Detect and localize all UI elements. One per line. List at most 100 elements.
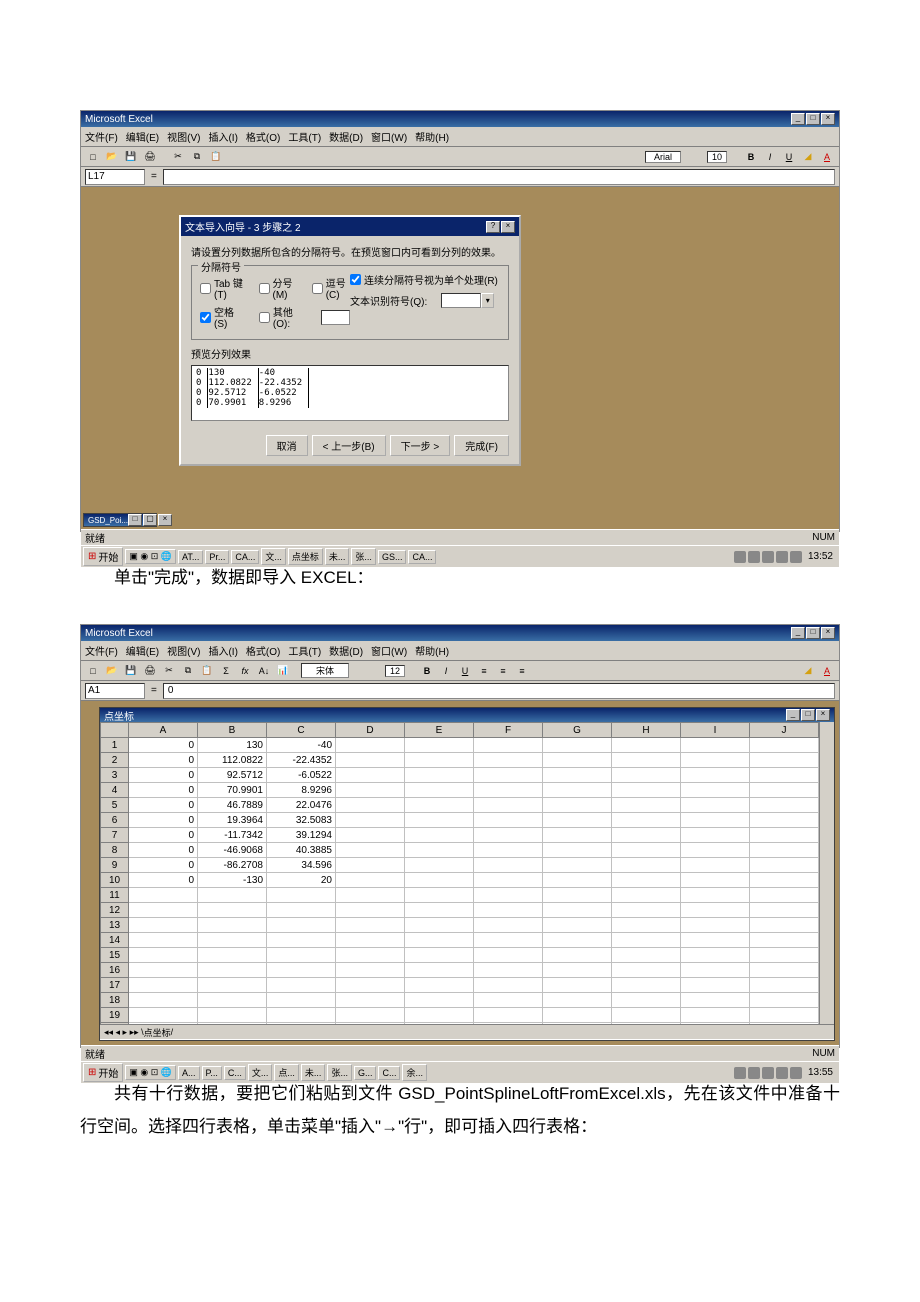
cell[interactable]: 19.3964	[198, 813, 267, 828]
task-item[interactable]: 张...	[327, 1064, 352, 1081]
col-header[interactable]: E	[405, 723, 474, 738]
cell[interactable]	[612, 768, 681, 783]
cell[interactable]	[543, 978, 612, 993]
font-selector[interactable]: 宋体	[301, 663, 349, 678]
cell[interactable]	[198, 1008, 267, 1023]
underline-icon[interactable]: U	[781, 149, 797, 165]
cell[interactable]	[336, 828, 405, 843]
cut-icon[interactable]: ✂	[170, 149, 186, 165]
cell[interactable]	[750, 843, 819, 858]
cell[interactable]	[129, 1023, 198, 1025]
menu-file[interactable]: 文件(F)	[85, 129, 118, 144]
cell[interactable]	[681, 993, 750, 1008]
cell[interactable]	[336, 888, 405, 903]
comma-checkbox[interactable]: 逗号(C)	[312, 275, 350, 301]
cell[interactable]	[405, 978, 474, 993]
cell[interactable]: 0	[129, 753, 198, 768]
name-box[interactable]: L17	[85, 169, 145, 185]
cell[interactable]	[267, 978, 336, 993]
cell[interactable]	[543, 738, 612, 753]
align-left-icon[interactable]: ≡	[476, 663, 492, 679]
task-item[interactable]: 余...	[402, 1064, 427, 1081]
table-row[interactable]: 18	[101, 993, 819, 1008]
menu-help[interactable]: 帮助(H)	[415, 643, 449, 658]
cell[interactable]: 40.3885	[267, 843, 336, 858]
row-header[interactable]: 15	[101, 948, 129, 963]
cell[interactable]	[681, 843, 750, 858]
table-row[interactable]: 13	[101, 918, 819, 933]
other-checkbox[interactable]: 其他(O):	[259, 304, 308, 330]
other-input[interactable]	[321, 310, 350, 325]
cell[interactable]: 32.5083	[267, 813, 336, 828]
cell[interactable]	[543, 798, 612, 813]
cell[interactable]	[750, 1008, 819, 1023]
cell[interactable]	[543, 768, 612, 783]
menu-data[interactable]: 数据(D)	[329, 643, 363, 658]
table-row[interactable]: 4070.99018.9296	[101, 783, 819, 798]
cell[interactable]	[336, 1008, 405, 1023]
cell[interactable]: 0	[129, 843, 198, 858]
row-header[interactable]: 2	[101, 753, 129, 768]
cell[interactable]	[543, 933, 612, 948]
cell[interactable]	[612, 873, 681, 888]
col-header[interactable]: J	[750, 723, 819, 738]
semicolon-checkbox[interactable]: 分号(M)	[259, 275, 298, 301]
cell[interactable]	[681, 828, 750, 843]
cell[interactable]	[612, 798, 681, 813]
cell[interactable]	[474, 1023, 543, 1025]
cell[interactable]	[543, 843, 612, 858]
col-header[interactable]: F	[474, 723, 543, 738]
cell[interactable]	[750, 948, 819, 963]
cell[interactable]	[474, 918, 543, 933]
start-button[interactable]: ⊞ 开始	[83, 1063, 123, 1082]
cell[interactable]: 0	[129, 813, 198, 828]
cell[interactable]	[612, 978, 681, 993]
cell[interactable]	[543, 963, 612, 978]
cell[interactable]	[750, 1023, 819, 1025]
row-header[interactable]: 14	[101, 933, 129, 948]
next-button[interactable]: 下一步 >	[390, 435, 451, 456]
cell[interactable]	[681, 768, 750, 783]
cell[interactable]	[750, 738, 819, 753]
print-icon[interactable]: 🖨	[142, 663, 158, 679]
task-item[interactable]: 文...	[248, 1064, 273, 1081]
cell[interactable]	[336, 843, 405, 858]
align-right-icon[interactable]: ≡	[514, 663, 530, 679]
cell[interactable]	[129, 903, 198, 918]
table-row[interactable]: 12	[101, 903, 819, 918]
italic-icon[interactable]: I	[438, 663, 454, 679]
cell[interactable]	[681, 873, 750, 888]
cell[interactable]	[543, 888, 612, 903]
cell[interactable]	[474, 798, 543, 813]
cell[interactable]	[750, 993, 819, 1008]
align-center-icon[interactable]: ≡	[495, 663, 511, 679]
cell[interactable]	[336, 933, 405, 948]
cell[interactable]: 34.596	[267, 858, 336, 873]
col-header[interactable]: I	[681, 723, 750, 738]
cell[interactable]: 0	[129, 858, 198, 873]
cell[interactable]	[336, 768, 405, 783]
finish-button[interactable]: 完成(F)	[454, 435, 509, 456]
cell[interactable]	[474, 993, 543, 1008]
row-header[interactable]: 19	[101, 1008, 129, 1023]
mini-restore-icon[interactable]: □	[128, 514, 142, 526]
cell[interactable]	[336, 873, 405, 888]
col-header[interactable]: G	[543, 723, 612, 738]
tray-icon[interactable]	[748, 551, 760, 563]
cell[interactable]	[612, 993, 681, 1008]
wb-maximize-icon[interactable]: □	[801, 709, 815, 721]
cell[interactable]	[681, 888, 750, 903]
cell[interactable]	[474, 783, 543, 798]
wizard-close-icon[interactable]: ×	[501, 221, 515, 233]
cell[interactable]	[336, 738, 405, 753]
spreadsheet[interactable]: A B C D E F G H I J	[100, 722, 819, 1024]
menu-edit[interactable]: 编辑(E)	[126, 643, 159, 658]
row-header[interactable]: 9	[101, 858, 129, 873]
table-row[interactable]: 20112.0822-22.4352	[101, 753, 819, 768]
cell[interactable]	[612, 858, 681, 873]
cell[interactable]	[543, 753, 612, 768]
cell[interactable]: 46.7889	[198, 798, 267, 813]
cell[interactable]	[543, 903, 612, 918]
cell[interactable]	[612, 903, 681, 918]
fx-icon[interactable]: fx	[237, 663, 253, 679]
